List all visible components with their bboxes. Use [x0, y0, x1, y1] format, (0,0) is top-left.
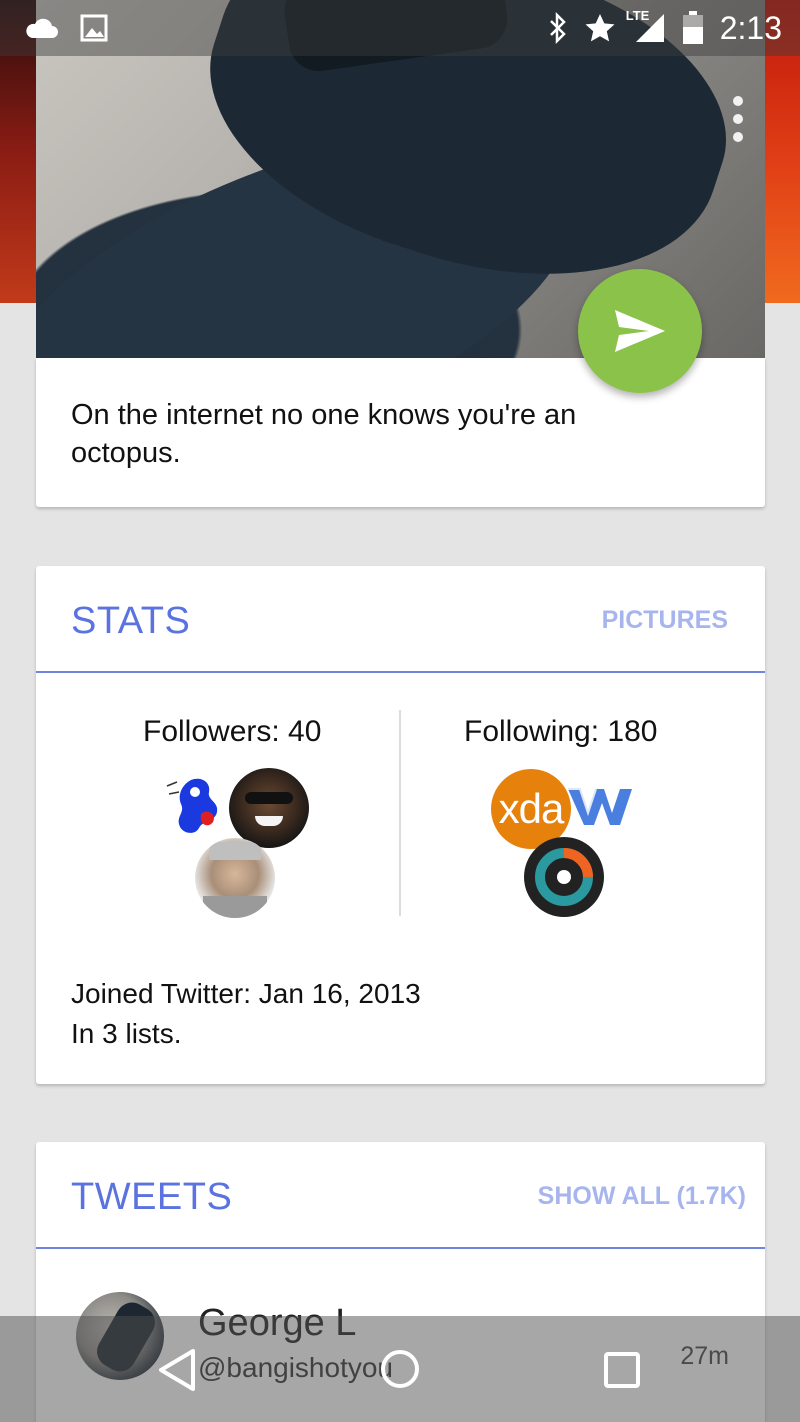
joined-info: Joined Twitter: Jan 16, 2013 In 3 lists. [71, 974, 421, 1054]
following-avatar-circle-logo[interactable] [524, 837, 604, 917]
stats-card: STATS PICTURES Followers: 40 Following: … [36, 566, 765, 1084]
profile-bio: On the internet no one knows you're an o… [71, 399, 577, 469]
followers-count[interactable]: Followers: 40 [143, 715, 321, 749]
pictures-button[interactable]: PICTURES [602, 606, 728, 635]
lists-count: In 3 lists. [71, 1018, 182, 1049]
stats-divider [399, 710, 401, 916]
status-bar: LTE 2:13 [0, 0, 800, 56]
stats-card-header: STATS PICTURES [36, 566, 765, 673]
following-count[interactable]: Following: 180 [464, 715, 657, 749]
home-circle-icon [381, 1350, 419, 1388]
follower-avatar-sunglasses[interactable] [229, 768, 309, 848]
back-triangle-icon [159, 1349, 195, 1391]
signal-icon: LTE [626, 8, 666, 44]
follower-avatar-man-hat[interactable] [195, 838, 275, 918]
recents-button[interactable] [601, 1349, 643, 1391]
following-avatar-w-logo[interactable] [564, 781, 634, 831]
back-button[interactable] [155, 1346, 199, 1394]
bluetooth-icon [548, 12, 568, 44]
battery-icon [682, 11, 704, 45]
image-icon [80, 14, 108, 42]
send-message-button[interactable] [578, 269, 702, 393]
cloud-icon [24, 16, 58, 40]
send-icon [615, 310, 665, 352]
status-time: 2:13 [719, 9, 782, 46]
star-icon [584, 12, 616, 44]
tweets-card-header: TWEETS SHOW ALL (1.7K) [36, 1142, 765, 1249]
tweets-title: TWEETS [71, 1176, 233, 1218]
overflow-menu-icon[interactable] [726, 96, 750, 142]
navigation-bar [0, 1316, 800, 1422]
stats-title: STATS [71, 600, 191, 642]
recents-square-icon [604, 1352, 640, 1388]
show-all-tweets-button[interactable]: SHOW ALL (1.7K) [538, 1182, 746, 1211]
home-button[interactable] [378, 1347, 422, 1391]
joined-date: Joined Twitter: Jan 16, 2013 [71, 978, 421, 1009]
